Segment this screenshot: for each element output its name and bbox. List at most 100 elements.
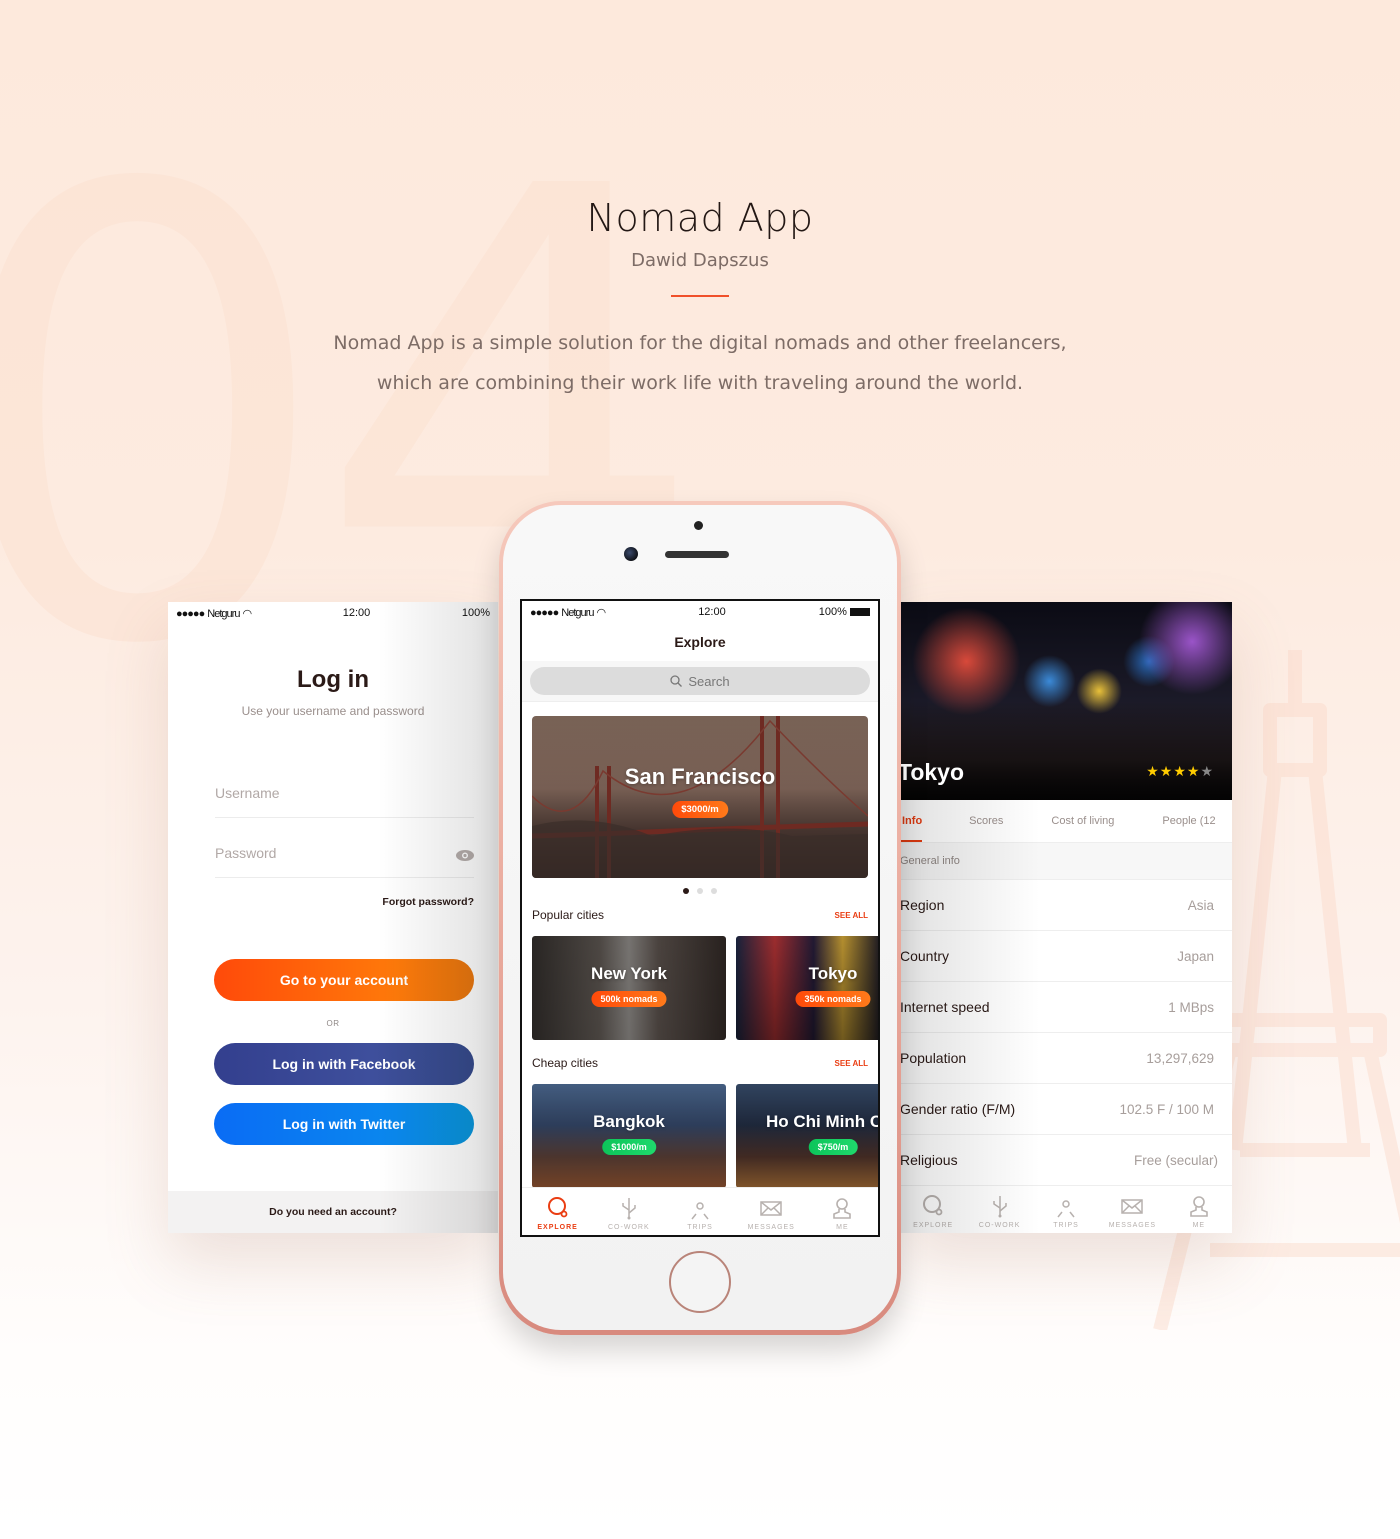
usb-icon	[622, 1198, 636, 1220]
star-icon: ★	[1173, 763, 1187, 779]
star-icon: ★	[1159, 763, 1174, 779]
city-name: Ho Chi Minh City	[766, 1112, 878, 1131]
see-all-link[interactable]: SEE ALL	[835, 1059, 868, 1068]
search-icon	[670, 675, 683, 687]
explore-screen: ●●●●● Netguru ◠ 12:00 100% Explore Searc…	[520, 599, 880, 1237]
map-pin-icon	[1057, 1200, 1075, 1218]
nomads-badge: 500k nomads	[591, 991, 667, 1007]
wifi-icon: ◠	[242, 607, 253, 620]
tab-scores[interactable]: Scores	[969, 800, 1003, 842]
tab-bar: EXPLORE CO-WORK TRIPS MESSAGES ME	[900, 1185, 1232, 1233]
page-title: Nomad App	[586, 196, 814, 240]
tab-label: EXPLORE	[537, 1224, 578, 1231]
description-line: which are combining their work life with…	[376, 372, 1024, 394]
info-label: Country	[900, 948, 950, 964]
usb-icon	[992, 1196, 1007, 1218]
battery: 100%	[819, 606, 870, 618]
hero-section: Nomad App Dawid Dapszus Nomad App is a s…	[0, 196, 1400, 403]
tab-co-work[interactable]: CO-WORK	[593, 1188, 664, 1235]
info-value: 1 MBps	[1168, 999, 1214, 1015]
battery-icon	[850, 608, 870, 617]
tab-cost-of-living[interactable]: Cost of living	[1051, 800, 1114, 842]
screen-title: Explore	[674, 634, 726, 650]
divider	[671, 295, 729, 297]
info-value: 102.5 F / 100 M	[1119, 1101, 1214, 1117]
section-title: Popular cities	[532, 908, 605, 922]
info-value: Japan	[1177, 948, 1214, 964]
tab-trips[interactable]: TRIPS	[664, 1188, 735, 1235]
carrier-name: Netguru	[561, 606, 594, 619]
username-placeholder: Username	[215, 785, 280, 801]
description: Nomad App is a simple solution for the d…	[0, 323, 1400, 403]
tab-label: TRIPS	[1053, 1222, 1079, 1229]
forgot-password-link[interactable]: Forgot password?	[168, 896, 474, 908]
search-input[interactable]: Search	[530, 667, 870, 695]
city-card[interactable]: New York 500k nomads	[532, 936, 726, 1040]
info-row: Internet speed 1 MBps	[900, 982, 1232, 1033]
carrier: ●●●●● Netguru ◠	[176, 607, 253, 620]
see-all-link[interactable]: SEE ALL	[835, 911, 868, 920]
tab-messages[interactable]: MESSAGES	[1099, 1186, 1165, 1233]
city-card[interactable]: Ho Chi Minh City $750/m	[736, 1084, 878, 1188]
featured-city-card[interactable]: San Francisco $3000/m	[532, 716, 868, 878]
city-name: Bangkok	[593, 1112, 665, 1131]
tab-explore[interactable]: EXPLORE	[522, 1188, 593, 1235]
tab-co-work[interactable]: CO-WORK	[966, 1186, 1032, 1233]
section-header: General info	[900, 843, 1232, 880]
signal-icon: ●●●●●	[176, 607, 205, 620]
carrier: ●●●●● Netguru ◠	[530, 606, 607, 619]
star-icon: ★	[1146, 763, 1160, 779]
featured-city-name: San Francisco	[624, 764, 776, 789]
eye-icon[interactable]	[456, 850, 474, 861]
info-label: Internet speed	[900, 999, 990, 1015]
tab-explore[interactable]: EXPLORE	[900, 1186, 966, 1233]
city-name: Tokyo	[808, 964, 858, 983]
front-camera	[624, 547, 638, 561]
signal-icon: ●●●●●	[530, 606, 559, 619]
info-row: Country Japan	[900, 931, 1232, 982]
tab-me[interactable]: ME	[1166, 1186, 1232, 1233]
detail-tabs: Info Scores Cost of living People (12	[900, 800, 1232, 843]
carousel-dot[interactable]	[683, 888, 689, 894]
tab-trips[interactable]: TRIPS	[1033, 1186, 1099, 1233]
signup-link[interactable]: Do you need an account?	[168, 1191, 498, 1233]
password-field[interactable]: Password	[215, 818, 474, 878]
home-button[interactable]	[669, 1251, 731, 1313]
tab-label: MESSAGES	[747, 1224, 795, 1231]
city-hero-image: Tokyo ★★★★★	[900, 602, 1232, 800]
facebook-login-button[interactable]: Log in with Facebook	[214, 1043, 474, 1085]
explore-icon	[547, 1197, 567, 1218]
carousel-dot[interactable]	[711, 888, 717, 894]
tab-info[interactable]: Info	[900, 800, 923, 842]
city-name: New York	[591, 964, 667, 983]
info-label: Gender ratio (F/M)	[900, 1101, 1016, 1117]
info-label: Religious	[900, 1152, 958, 1168]
description-line: Nomad App is a simple solution for the d…	[333, 332, 1067, 354]
tab-label: CO-WORK	[978, 1222, 1021, 1229]
city-card[interactable]: Bangkok $1000/m	[532, 1084, 726, 1188]
info-row: Population 13,297,629	[900, 1033, 1232, 1084]
city-card[interactable]: Tokyo 350k nomads	[736, 936, 878, 1040]
login-title: Log in	[297, 666, 369, 693]
twitter-login-button[interactable]: Log in with Twitter	[214, 1103, 474, 1145]
tab-messages[interactable]: MESSAGES	[736, 1188, 807, 1235]
tab-label: ME	[1192, 1222, 1206, 1229]
tab-me[interactable]: ME	[807, 1188, 878, 1235]
wifi-icon: ◠	[596, 606, 607, 619]
star-icon: ★	[1186, 763, 1201, 779]
password-placeholder: Password	[215, 845, 277, 861]
info-label: Population	[900, 1050, 967, 1066]
clock: 12:00	[342, 607, 371, 619]
info-value: 13,297,629	[1146, 1050, 1214, 1066]
username-field[interactable]: Username	[215, 758, 474, 818]
status-bar: ●●●●● Netguru ◠ 12:00 100%	[168, 602, 498, 624]
info-value: Free (secular)	[1133, 1152, 1218, 1168]
login-screen: ●●●●● Netguru ◠ 12:00 100% Log in Use yo…	[168, 602, 498, 1233]
go-to-account-button[interactable]: Go to your account	[214, 959, 474, 1001]
status-bar: ●●●●● Netguru ◠ 12:00 100%	[522, 601, 878, 623]
or-separator: OR	[326, 1019, 340, 1028]
tab-people[interactable]: People (12	[1162, 800, 1215, 842]
info-row: Gender ratio (F/M) 102.5 F / 100 M	[900, 1084, 1232, 1135]
carousel-dot[interactable]	[697, 888, 703, 894]
author-name: Dawid Dapszus	[631, 250, 769, 271]
